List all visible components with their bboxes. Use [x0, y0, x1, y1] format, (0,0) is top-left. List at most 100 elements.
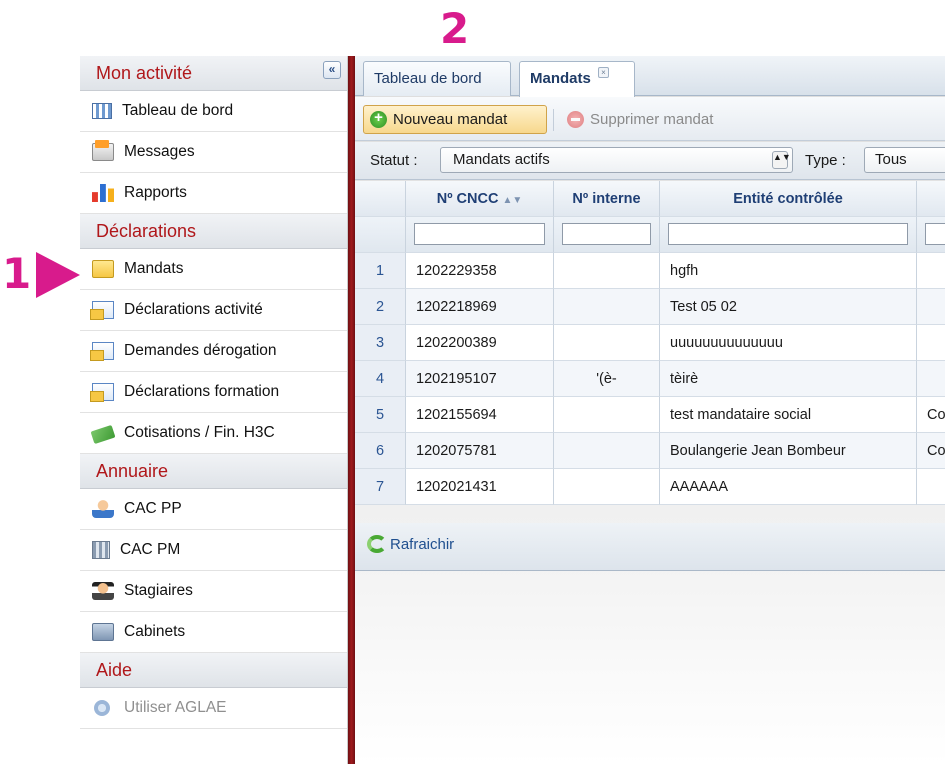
sidebar-item-label: Cabinets: [124, 623, 186, 640]
select-arrows-icon: ▲▼: [772, 151, 791, 169]
cell-cncc: 1202218969: [406, 289, 554, 325]
cell-extra: [917, 361, 945, 397]
row-number: 5: [355, 397, 406, 433]
table-row[interactable]: 4 1202195107 '(è- tèirè: [355, 361, 945, 397]
table-row[interactable]: 5 1202155694 test mandataire social Co: [355, 397, 945, 433]
sidebar-item-label: Cotisations / Fin. H3C: [124, 424, 275, 441]
header-extra[interactable]: [917, 181, 945, 217]
cell-interne: [554, 433, 660, 469]
collapse-sidebar-button[interactable]: «: [323, 61, 341, 79]
sidebar-item-label: Stagiaires: [124, 582, 193, 599]
row-number: 3: [355, 325, 406, 361]
sidebar-section-mon-activite: Mon activité «: [80, 56, 347, 91]
sidebar-item-mandats[interactable]: Mandats: [80, 249, 347, 290]
sidebar-item-demandes-derogation[interactable]: Demandes dérogation: [80, 331, 347, 372]
cell-entite: tèirè: [660, 361, 917, 397]
sidebar-item-cac-pm[interactable]: CAC PM: [80, 530, 347, 571]
folder-icon: [92, 260, 114, 278]
filter-input-entite[interactable]: [668, 223, 908, 245]
row-number: 4: [355, 361, 406, 397]
row-number: 2: [355, 289, 406, 325]
button-label: Supprimer mandat: [590, 111, 714, 128]
cell-extra: [917, 469, 945, 505]
table-row[interactable]: 2 1202218969 Test 05 02: [355, 289, 945, 325]
panel-splitter[interactable]: [348, 56, 355, 764]
statut-label: Statut :: [370, 152, 418, 169]
type-value: Tous: [875, 151, 907, 168]
table-row[interactable]: 3 1202200389 uuuuuuuuuuuuuu: [355, 325, 945, 361]
row-number: 6: [355, 433, 406, 469]
dashboard-icon: [92, 103, 112, 119]
type-label: Type :: [805, 152, 846, 169]
refresh-button[interactable]: Rafraichir: [367, 535, 454, 553]
header-cncc[interactable]: Nº CNCC ▲▼: [406, 181, 554, 217]
statut-value: Mandats actifs: [453, 151, 550, 168]
grid-footer: Rafraichir: [355, 523, 945, 571]
sidebar-section-declarations: Déclarations: [80, 214, 347, 249]
cell-interne: '(è-: [554, 361, 660, 397]
messages-icon: [92, 140, 114, 161]
sidebar-item-cac-pp[interactable]: CAC PP: [80, 489, 347, 530]
sidebar-item-label: Déclarations formation: [124, 383, 280, 400]
cell-cncc: 1202200389: [406, 325, 554, 361]
sidebar-item-rapports[interactable]: Rapports: [80, 173, 347, 214]
sidebar-item-utiliser-aglae[interactable]: Utiliser AGLAE: [80, 688, 347, 729]
header-rownum: [355, 181, 406, 217]
button-label: Nouveau mandat: [393, 111, 508, 128]
filter-cell-interne: [554, 217, 660, 253]
table-row[interactable]: 6 1202075781 Boulangerie Jean Bombeur Co: [355, 433, 945, 469]
cell-cncc: 1202195107: [406, 361, 554, 397]
sidebar-item-cabinets[interactable]: Cabinets: [80, 612, 347, 653]
document-icon: [90, 383, 114, 402]
header-entite[interactable]: Entité contrôlée: [660, 181, 917, 217]
document-icon: [90, 342, 114, 361]
cell-interne: [554, 469, 660, 505]
add-icon: [370, 109, 387, 128]
section-title: Annuaire: [96, 461, 169, 481]
cell-interne: [554, 397, 660, 433]
cell-extra: Co: [917, 433, 945, 469]
cell-cncc: 1202021431: [406, 469, 554, 505]
refresh-label: Rafraichir: [390, 535, 455, 553]
table-row[interactable]: 1 1202229358 hgfh: [355, 253, 945, 289]
sidebar-item-messages[interactable]: Messages: [80, 132, 347, 173]
sidebar-item-cotisations[interactable]: Cotisations / Fin. H3C: [80, 413, 347, 454]
cell-extra: [917, 289, 945, 325]
sidebar-item-label: Utiliser AGLAE: [124, 699, 227, 716]
sort-icon: ▲▼: [502, 195, 523, 206]
tab-label: Tableau de bord: [374, 70, 482, 87]
row-number: 1: [355, 253, 406, 289]
callout-step-1: 1: [2, 249, 32, 298]
filter-input-interne[interactable]: [562, 223, 651, 245]
table-row[interactable]: 7 1202021431 AAAAAA: [355, 469, 945, 505]
cell-cncc: 1202075781: [406, 433, 554, 469]
cell-entite: test mandataire social: [660, 397, 917, 433]
sidebar-item-declarations-activite[interactable]: Déclarations activité: [80, 290, 347, 331]
tab-mandats[interactable]: Mandats ×: [519, 61, 635, 97]
sidebar-item-declarations-formation[interactable]: Déclarations formation: [80, 372, 347, 413]
filter-input-cncc[interactable]: [414, 223, 545, 245]
cell-cncc: 1202155694: [406, 397, 554, 433]
filter-input-extra[interactable]: [925, 223, 945, 245]
tab-label: Mandats: [530, 70, 591, 87]
statut-select[interactable]: Mandats actifs ▲▼: [440, 147, 793, 173]
sidebar-item-stagiaires[interactable]: Stagiaires: [80, 571, 347, 612]
filter-bar: Statut : Mandats actifs ▲▼ Type : Tous: [355, 142, 945, 180]
type-select[interactable]: Tous: [864, 147, 945, 173]
nouveau-mandat-button[interactable]: Nouveau mandat: [363, 105, 547, 134]
close-icon[interactable]: ×: [598, 67, 610, 78]
building-icon: [92, 541, 110, 559]
tab-tableau-de-bord[interactable]: Tableau de bord: [363, 61, 511, 96]
callout-arrow-right-icon: [36, 252, 80, 298]
document-icon: [90, 301, 114, 320]
cell-interne: [554, 325, 660, 361]
supprimer-mandat-button[interactable]: Supprimer mandat: [561, 105, 719, 134]
main-panel: Tableau de bord Mandats × Nouveau mandat…: [355, 56, 945, 764]
remove-icon: [567, 111, 584, 128]
grid-header-row: Nº CNCC ▲▼ Nº interne Entité contrôlée: [355, 181, 945, 217]
sidebar-item-tableau-de-bord[interactable]: Tableau de bord: [80, 91, 347, 132]
header-interne[interactable]: Nº interne: [554, 181, 660, 217]
money-icon: [90, 424, 116, 444]
cell-extra: Co: [917, 397, 945, 433]
cell-extra: [917, 253, 945, 289]
